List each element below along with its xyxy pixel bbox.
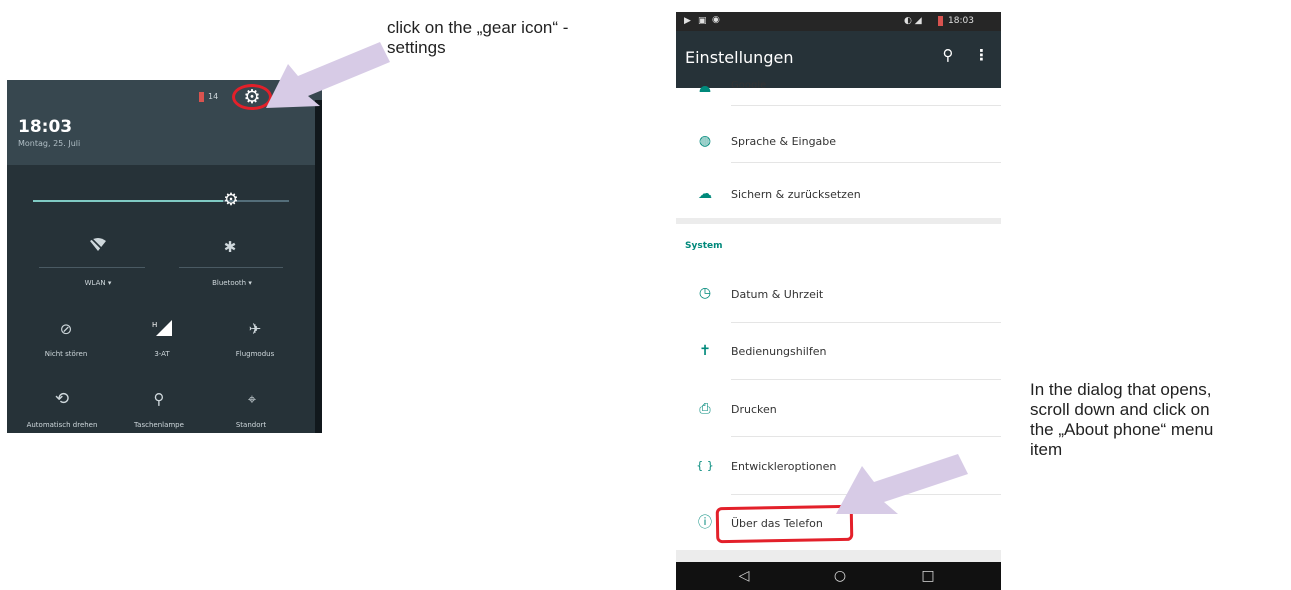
settings-item-backup[interactable]: Sichern & zurücksetzen (731, 188, 861, 201)
cloud-icon[interactable]: ☁ (696, 185, 714, 203)
auto-rotate-icon[interactable]: ⟲ (47, 390, 77, 408)
location-label[interactable]: Standort (206, 421, 296, 429)
globe-icon[interactable]: ◍ (696, 132, 714, 150)
back-button[interactable]: ◁ (732, 562, 756, 590)
instruction-gear: click on the „gear icon“ - settings (387, 18, 569, 57)
settings-item-language[interactable]: Sprache & Eingabe (731, 135, 836, 148)
battery-icon (938, 16, 943, 26)
google-icon[interactable]: ● (696, 82, 714, 92)
battery-icon (199, 92, 204, 102)
image-icon: ▣ (698, 16, 707, 26)
clock-date: Montag, 25. Juli (18, 139, 81, 148)
status-bar: ▶ ▣ ◉ ◐ ◢ 18:03 (676, 12, 1001, 31)
braces-icon[interactable]: { } (696, 457, 714, 475)
svg-text:H: H (152, 321, 157, 329)
flashlight-label[interactable]: Taschenlampe (114, 421, 204, 429)
battery-level: 14 (208, 92, 219, 101)
tile-divider (179, 267, 283, 268)
row-divider (731, 436, 1001, 437)
settings-item-print[interactable]: Drucken (731, 403, 777, 416)
cellular-label[interactable]: 3-AT (117, 350, 207, 358)
auto-rotate-label[interactable]: Automatisch drehen (17, 421, 107, 429)
annotation-arrow-about-phone (836, 454, 968, 514)
bluetooth-label[interactable]: Bluetooth ▾ (187, 279, 277, 287)
status-time: 18:03 (948, 16, 974, 26)
airplane-icon[interactable]: ✈ (240, 320, 270, 338)
search-icon[interactable]: ⚲ (938, 46, 958, 64)
section-title-system: System (685, 241, 723, 251)
row-divider (731, 162, 1001, 163)
recents-button[interactable]: □ (916, 562, 940, 590)
section-divider (676, 550, 1001, 562)
brightness-icon[interactable]: ⚙ (221, 190, 241, 210)
settings-item-date-time[interactable]: Datum & Uhrzeit (731, 288, 823, 301)
flashlight-icon[interactable]: ⚲ (144, 390, 174, 408)
settings-item-developer-options[interactable]: Entwickleroptionen (731, 460, 836, 473)
row-divider (731, 379, 1001, 380)
notification-icon: ◉ (712, 15, 720, 25)
do-not-disturb-icon[interactable]: ⊘ (51, 320, 81, 338)
instruction-about-phone: In the dialog that opens, scroll down an… (1030, 380, 1214, 459)
settings-item-google[interactable]: Google (731, 80, 766, 88)
cellular-icon[interactable]: H (147, 320, 177, 340)
clock-icon[interactable]: ◷ (696, 284, 714, 302)
location-icon[interactable]: ⌖ (237, 390, 267, 408)
navigation-bar: ◁ ○ □ (676, 562, 1001, 590)
signal-icon: ◐ ◢ (904, 16, 922, 26)
home-button[interactable]: ○ (828, 562, 852, 590)
clock-time: 18:03 (18, 117, 73, 137)
quick-settings-panel: 18:03 Montag, 25. Juli 14 ⚙ ⚙ ✱ WLAN ▾ B… (7, 80, 322, 433)
row-divider (731, 105, 1001, 106)
wifi-label[interactable]: WLAN ▾ (53, 279, 143, 287)
tile-divider (39, 267, 145, 268)
panel-edge (315, 100, 322, 433)
settings-item-accessibility[interactable]: Bedienungshilfen (731, 345, 826, 358)
annotation-arrow-gear (266, 42, 390, 108)
do-not-disturb-label[interactable]: Nicht stören (21, 350, 111, 358)
brightness-fill (33, 200, 223, 202)
play-icon: ▶ (684, 16, 691, 26)
wifi-icon[interactable] (83, 238, 113, 256)
airplane-label[interactable]: Flugmodus (210, 350, 300, 358)
more-options-icon[interactable]: ⋮ (974, 46, 989, 64)
bluetooth-icon[interactable]: ✱ (215, 238, 245, 256)
accessibility-icon[interactable]: ✝ (696, 342, 714, 360)
row-divider (731, 322, 1001, 323)
page-title: Einstellungen (685, 48, 794, 67)
section-divider (676, 218, 1001, 224)
print-icon[interactable]: ⎙ (696, 400, 714, 418)
info-icon[interactable]: ⓘ (696, 514, 714, 532)
